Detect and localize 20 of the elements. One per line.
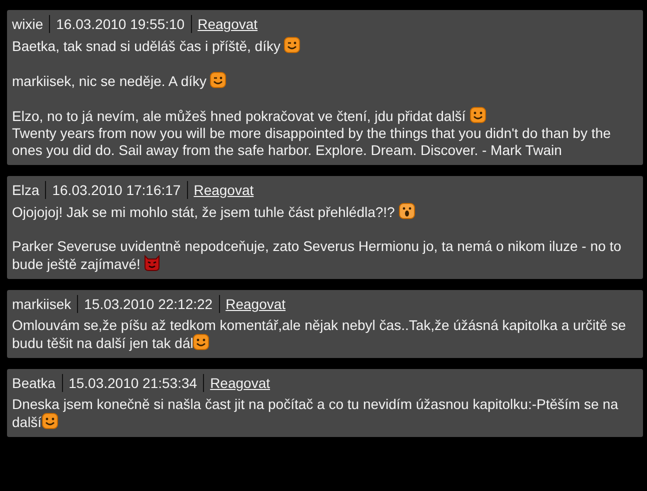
comment-author: Elza xyxy=(12,181,40,199)
comment-text: Omlouvám se,že píšu až tedkom komentář,ale nějak nebyl čas..Tak,že úžásná kapitolka a určitě se budu těšit na další jen tak dál xyxy=(12,317,627,352)
comment-text: markiisek, nic se neděje. A díky xyxy=(12,72,634,90)
reply-link[interactable]: Reagovat xyxy=(203,374,270,392)
comment-author: wixie xyxy=(12,15,44,33)
reply-link[interactable]: Reagovat xyxy=(186,181,254,199)
comment-date: 16.03.2010 17:16:17 xyxy=(45,181,181,199)
comment-text: Twenty years from now you will be more disappointed by the things that you didn't do than by the ones you did do. Sail away from the safe harbor. Explore. Dream. Discover. - Mark Twain xyxy=(12,125,612,159)
comment-text: Ojojojoj! Jak se mi mohlo stát, že jsem tuhle část přehlédla?!? xyxy=(12,203,634,221)
comment-text: Baetka, tak snad si uděláš čas i příště, díky xyxy=(12,37,634,55)
reply-link[interactable]: Reagovat xyxy=(190,15,258,33)
comment-text: Elzo, no to já nevím, ale můžeš hned pokračovat ve čtení, jdu přidat další xyxy=(12,107,634,125)
comment-date: 15.03.2010 22:12:22 xyxy=(77,295,213,313)
comment-date: 15.03.2010 21:53:34 xyxy=(62,374,198,392)
reply-link[interactable]: Reagovat xyxy=(218,295,286,313)
comment-text: Parker Severuse uvidentně nepodceňuje, zato Severus Hermionu jo, ta nemá o nikom iluze - no to bude ještě zajímavé! xyxy=(12,238,622,273)
comment-date: 16.03.2010 19:55:10 xyxy=(49,15,185,33)
comment-text: Dneska jsem konečně si našla čast jit na počítač a co tu nevidím úžasnou kapitolku:-Ptěším se na další xyxy=(12,396,620,431)
comment-author: markiisek xyxy=(12,295,72,313)
comment-author: Beatka xyxy=(12,374,56,392)
